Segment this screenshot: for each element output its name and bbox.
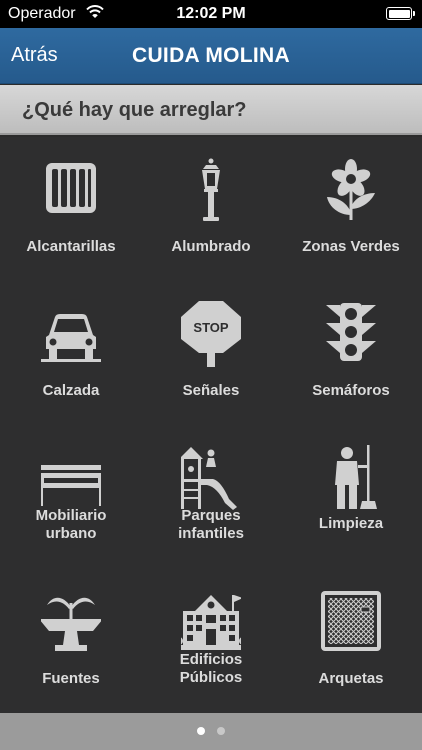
category-calzada[interactable]: Calzada [1,281,141,425]
bench-icon [41,465,101,506]
category-mobiliario-urbano[interactable]: Mobiliario urbano [1,425,141,569]
category-zonas-verdes[interactable]: Zonas Verdes [281,137,421,281]
stop-sign-icon: STOP [181,301,241,367]
category-label: Señales [182,382,240,399]
page-dot-active[interactable] [197,727,205,735]
category-fuentes[interactable]: Fuentes [1,569,141,713]
public-building-icon [181,595,241,650]
category-label: Alumbrado [171,238,251,255]
category-semaforos[interactable]: Semáforos [281,281,421,425]
clock: 12:02 PM [176,5,246,22]
stop-sign-text: STOP [193,320,228,335]
category-label: Alcantarillas [26,238,116,255]
status-bar: Operador 12:02 PM [0,0,422,28]
category-label: Zonas Verdes [302,238,400,255]
category-alumbrado[interactable]: Alumbrado [141,137,281,281]
street-lamp-icon [202,158,220,221]
section-title: ¿Qué hay que arreglar? [22,99,247,121]
section-header: ¿Qué hay que arreglar? [0,85,422,135]
playground-icon [181,447,237,510]
traffic-light-icon [326,303,376,361]
category-label: Limpieza [318,515,384,532]
category-parques-infantiles[interactable]: Parques infantiles [141,425,281,569]
manhole-cover-icon [321,591,381,651]
street-sweeper-icon [335,445,377,509]
category-senales[interactable]: STOP Señales [141,281,281,425]
fountain-icon [41,597,101,651]
page-control[interactable] [0,713,422,750]
category-alcantarillas[interactable]: Alcantarillas [1,137,141,281]
flower-icon [327,159,375,220]
sewer-grate-icon [46,163,96,213]
category-label: Edificios Públicos [179,651,243,686]
category-grid: Alcantarillas Alumbrado Zonas Verdes Cal… [0,137,422,713]
category-arquetas[interactable]: Arquetas [281,569,421,713]
category-label: Mobiliario urbano [35,507,107,542]
category-label: Semáforos [312,382,390,399]
battery-icon [386,7,415,20]
category-label: Arquetas [318,670,384,687]
category-label: Fuentes [42,670,100,687]
navigation-bar: Atrás CUIDA MOLINA [0,28,422,84]
category-limpieza[interactable]: Limpieza [281,425,421,569]
car-road-icon [41,314,101,362]
category-label: Calzada [42,382,100,399]
app-title: CUIDA MOLINA [132,44,290,67]
category-label: Parques infantiles [178,507,244,542]
page-dot[interactable] [217,727,225,735]
category-edificios-publicos[interactable]: Edificios Públicos [141,569,281,713]
